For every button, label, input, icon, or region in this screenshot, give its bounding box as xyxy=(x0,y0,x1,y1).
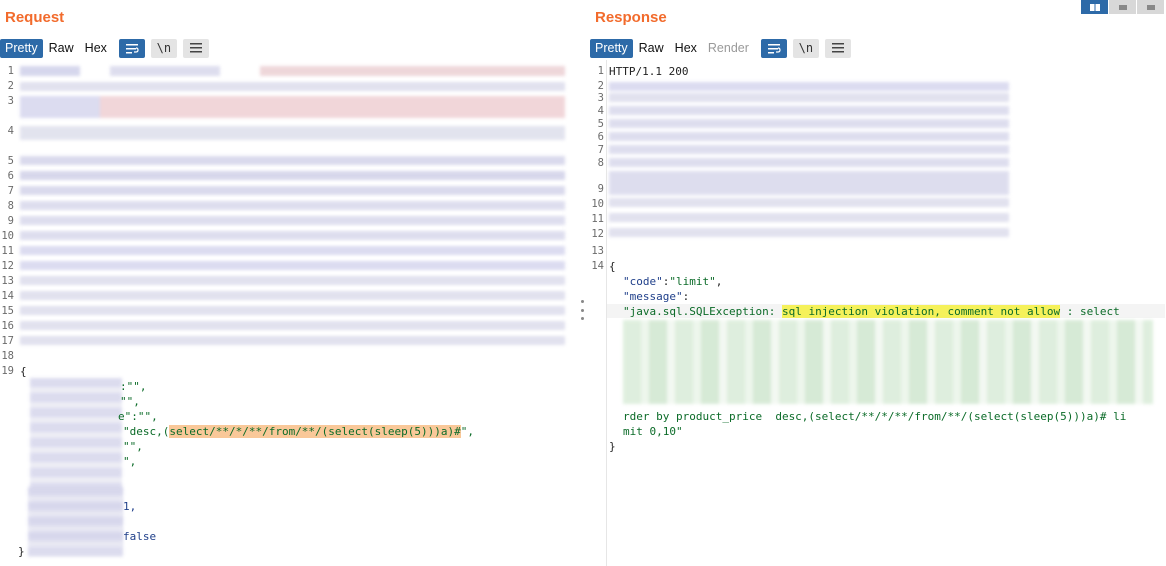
request-body-open: { xyxy=(20,365,27,378)
line-number: 12 xyxy=(1,260,14,272)
line-number: 14 xyxy=(591,260,604,272)
request-pane: Request Pretty Raw Hex \n 1 2 3 4 5 6 7 … xyxy=(0,0,576,566)
redacted-request-body-keys xyxy=(28,487,123,557)
line-number: 5 xyxy=(7,155,14,167)
line-number: 16 xyxy=(1,320,14,332)
line-number: 13 xyxy=(1,275,14,287)
show-newlines-button[interactable]: \n xyxy=(150,38,177,58)
line-number: 15 xyxy=(1,305,14,317)
line-number: 11 xyxy=(1,245,14,257)
line-number: 11 xyxy=(591,213,604,225)
request-title: Request xyxy=(5,9,65,26)
show-newlines-button[interactable]: \n xyxy=(792,38,819,58)
request-sql-payload-line: "desc,(select/**/*/**/from/**/(select(sl… xyxy=(123,425,474,438)
line-number: 4 xyxy=(597,105,604,117)
line-number: 3 xyxy=(597,92,604,104)
line-number: 17 xyxy=(1,335,14,347)
line-number: 9 xyxy=(7,215,14,227)
request-body-fragment: e":"", xyxy=(118,410,158,423)
line-number: 8 xyxy=(7,200,14,212)
menu-icon[interactable] xyxy=(824,38,851,58)
response-pane: Response Pretty Raw Hex Render \n 1 2 3 … xyxy=(590,0,1166,566)
request-tab-hex[interactable]: Hex xyxy=(80,39,112,58)
response-title: Response xyxy=(595,9,667,26)
line-number: 7 xyxy=(597,144,604,156)
code-property: "code":"limit", xyxy=(623,275,723,288)
response-tab-hex[interactable]: Hex xyxy=(670,39,702,58)
response-body-close: } xyxy=(609,440,616,453)
request-tab-raw[interactable]: Raw xyxy=(44,39,79,58)
redacted-request-headers xyxy=(20,64,565,354)
line-number: 10 xyxy=(591,198,604,210)
line-number: 2 xyxy=(7,80,14,92)
line-number: 6 xyxy=(7,170,14,182)
line-number: 3 xyxy=(7,95,14,107)
wrap-lines-icon[interactable] xyxy=(760,38,787,58)
response-body-open: { xyxy=(609,260,616,273)
request-body-fragment: 1, xyxy=(123,500,137,513)
line-number: 5 xyxy=(597,118,604,130)
sql-payload-highlight: select/**/*/**/from/**/(select(sleep(5))… xyxy=(169,425,461,438)
json-value: "limit" xyxy=(669,275,716,288)
line-number: 10 xyxy=(1,230,14,242)
message-tail-line: rder by product_price desc,(select/**/*/… xyxy=(623,410,1127,423)
redacted-response-message xyxy=(623,320,1153,404)
status-line: HTTP/1.1 200 xyxy=(609,65,689,78)
response-tab-raw[interactable]: Raw xyxy=(634,39,669,58)
response-editor[interactable]: 1 2 3 4 5 6 7 8 9 10 11 12 13 14 HTTP/1.… xyxy=(590,62,1166,566)
request-body-fragment: ", xyxy=(123,455,137,468)
line-number: 13 xyxy=(591,245,604,257)
line-number: 19 xyxy=(1,365,14,377)
request-body-fragment: false xyxy=(123,530,157,543)
line-number: 2 xyxy=(597,80,604,92)
line-number: 1 xyxy=(597,65,604,77)
line-number: 6 xyxy=(597,131,604,143)
redacted-response-headers xyxy=(609,80,1009,248)
message-value-line: "java.sql.SQLException: sql injection vi… xyxy=(623,305,1120,318)
request-body-fragment: "", xyxy=(123,440,143,453)
line-number: 7 xyxy=(7,185,14,197)
line-number: 14 xyxy=(1,290,14,302)
response-tab-render[interactable]: Render xyxy=(703,39,754,58)
request-body-close: } xyxy=(18,545,25,558)
request-toolbar: Pretty Raw Hex \n xyxy=(0,38,209,58)
request-body-fragment: :"", xyxy=(120,380,147,393)
json-key: "message" xyxy=(623,290,683,303)
request-body-fragment: "desc,( xyxy=(123,425,170,438)
message-property: "message": xyxy=(623,290,690,303)
line-number: 9 xyxy=(597,183,604,195)
json-key: "code" xyxy=(623,275,663,288)
message-tail-line: mit 0,10" xyxy=(623,425,683,438)
request-body-fragment: "", xyxy=(120,395,140,408)
message-after: : select xyxy=(1060,305,1120,318)
response-toolbar: Pretty Raw Hex Render \n xyxy=(590,38,851,58)
menu-icon[interactable] xyxy=(182,38,209,58)
line-number: 8 xyxy=(597,157,604,169)
line-number: 4 xyxy=(7,125,14,137)
line-number: 1 xyxy=(7,65,14,77)
request-editor[interactable]: 1 2 3 4 5 6 7 8 9 10 11 12 13 14 15 16 1… xyxy=(0,62,576,566)
request-tab-pretty[interactable]: Pretty xyxy=(0,38,43,58)
response-tab-pretty[interactable]: Pretty xyxy=(590,38,633,58)
sql-injection-violation-highlight: sql injection violation, comment not all… xyxy=(781,305,1061,318)
request-body-fragment: ", xyxy=(460,425,475,438)
wrap-lines-icon[interactable] xyxy=(118,38,145,58)
line-number: 18 xyxy=(1,350,14,362)
line-number: 12 xyxy=(591,228,604,240)
pane-resize-handle[interactable] xyxy=(578,300,586,320)
message-prefix: "java.sql.SQLException: xyxy=(623,305,782,318)
